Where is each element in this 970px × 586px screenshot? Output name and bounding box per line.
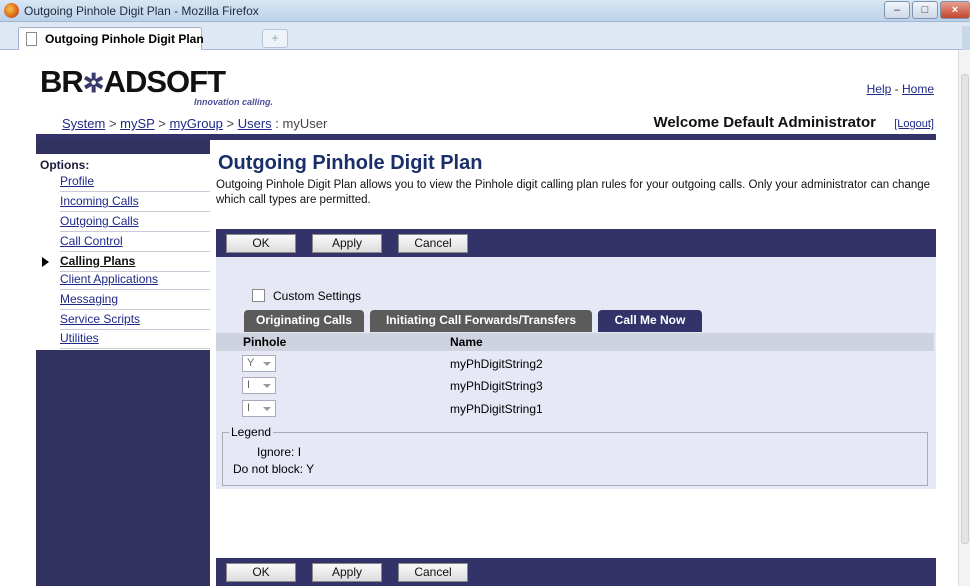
tab-originating-calls[interactable]: Originating Calls (244, 310, 364, 332)
tab-call-me-now[interactable]: Call Me Now (598, 310, 702, 332)
logout-link[interactable]: [Logout] (894, 118, 934, 130)
options-title: Options: (40, 158, 90, 172)
table-row: Y myPhDigitString2 (216, 353, 934, 375)
legend-box: Legend Ignore: I Do not block: Y (222, 425, 928, 486)
broadsoft-logo: BR✲ADSOFT (40, 64, 226, 99)
home-link[interactable]: Home (902, 82, 934, 96)
window-titlebar: Outgoing Pinhole Digit Plan - Mozilla Fi… (0, 0, 970, 22)
ok-button-top[interactable]: OK (226, 234, 296, 253)
scrollbar-thumb[interactable] (961, 74, 969, 544)
breadcrumb-sp[interactable]: mySP (120, 116, 154, 131)
browser-tab-label: Outgoing Pinhole Digit Plan (45, 32, 204, 46)
sidebar-item-incoming-calls[interactable]: Incoming Calls (60, 192, 210, 212)
vertical-scrollbar[interactable] (958, 50, 970, 586)
page-viewport: BR✲ADSOFT Innovation calling. Help - Hom… (0, 50, 958, 586)
chevron-down-icon (263, 362, 271, 366)
breadcrumb-system[interactable]: System (62, 116, 105, 131)
breadcrumb-user: myUser (282, 116, 328, 131)
settings-panel: Custom Settings Originating Calls Initia… (216, 257, 936, 489)
top-button-bar: OK Apply Cancel (216, 229, 936, 257)
browser-tabbar: Outgoing Pinhole Digit Plan + (0, 22, 970, 50)
custom-settings[interactable]: Custom Settings (252, 289, 361, 303)
table-row: I myPhDigitString1 (216, 398, 934, 420)
sidebar-item-profile[interactable]: Profile (60, 172, 210, 192)
minimize-icon[interactable]: – (884, 1, 910, 19)
custom-settings-label: Custom Settings (273, 289, 362, 303)
sidebar-item-outgoing-calls[interactable]: Outgoing Calls (60, 212, 210, 232)
pinhole-select[interactable]: I (242, 400, 276, 417)
bottom-button-bar: OK Apply Cancel (216, 558, 936, 586)
page: BR✲ADSOFT Innovation calling. Help - Hom… (36, 50, 936, 586)
sidebar-item-messaging[interactable]: Messaging (60, 290, 210, 310)
window-controls: – □ × (882, 1, 970, 19)
apply-button-bottom[interactable]: Apply (312, 563, 382, 582)
main-content: Outgoing Pinhole Digit Plan Outgoing Pin… (216, 140, 936, 586)
window-title: Outgoing Pinhole Digit Plan - Mozilla Fi… (24, 4, 259, 18)
logo-star-icon: ✲ (82, 68, 105, 98)
breadcrumb: System > mySP > myGroup > Users : myUser (62, 116, 328, 131)
legend-ignore: Ignore: I (257, 445, 302, 459)
new-tab-button[interactable]: + (262, 29, 288, 48)
maximize-icon[interactable]: □ (912, 1, 938, 19)
chevron-down-icon (263, 384, 271, 388)
pinhole-select[interactable]: I (242, 377, 276, 394)
sidebar-item-client-applications[interactable]: Client Applications (60, 270, 210, 290)
sidebar-item-service-scripts[interactable]: Service Scripts (60, 310, 210, 330)
row-name: myPhDigitString2 (450, 357, 543, 371)
chevron-down-icon (263, 407, 271, 411)
page-icon (26, 32, 37, 46)
table-header: Pinhole Name (216, 333, 934, 351)
custom-settings-checkbox[interactable] (252, 289, 265, 302)
breadcrumb-users[interactable]: Users (238, 116, 272, 131)
welcome-text: Welcome Default Administrator (653, 114, 876, 131)
page-title: Outgoing Pinhole Digit Plan (218, 152, 483, 174)
cancel-button-bottom[interactable]: Cancel (398, 563, 468, 582)
tabbar-edge (962, 26, 970, 50)
close-icon[interactable]: × (940, 1, 970, 19)
tab-initiating-call-forwards[interactable]: Initiating Call Forwards/Transfers (370, 310, 592, 332)
sidebar: Options: Profile Incoming Calls Outgoing… (36, 140, 210, 586)
column-pinhole: Pinhole (243, 335, 287, 349)
firefox-icon (4, 3, 19, 18)
legend-do-not-block: Do not block: Y (233, 462, 315, 476)
ok-button-bottom[interactable]: OK (226, 563, 296, 582)
page-description: Outgoing Pinhole Digit Plan allows you t… (216, 179, 931, 206)
apply-button-top[interactable]: Apply (312, 234, 382, 253)
help-link[interactable]: Help (867, 82, 892, 96)
help-links: Help - Home (867, 82, 934, 96)
row-name: myPhDigitString3 (450, 379, 543, 393)
legend-title: Legend (229, 425, 274, 439)
browser-tab[interactable]: Outgoing Pinhole Digit Plan (18, 27, 204, 50)
table-row: I myPhDigitString3 (216, 375, 934, 397)
cancel-button-top[interactable]: Cancel (398, 234, 468, 253)
logo-tagline: Innovation calling. (194, 97, 274, 107)
active-arrow-icon (42, 257, 49, 267)
sidebar-item-utilities[interactable]: Utilities (60, 329, 210, 349)
breadcrumb-group[interactable]: myGroup (169, 116, 222, 131)
sidebar-item-call-control[interactable]: Call Control (60, 232, 210, 252)
help-separator: - (894, 82, 899, 96)
column-name: Name (450, 335, 483, 349)
row-name: myPhDigitString1 (450, 402, 543, 416)
sidebar-item-calling-plans[interactable]: Calling Plans (42, 252, 210, 272)
options-menu: Options: Profile Incoming Calls Outgoing… (36, 154, 210, 350)
pinhole-select[interactable]: Y (242, 355, 276, 372)
